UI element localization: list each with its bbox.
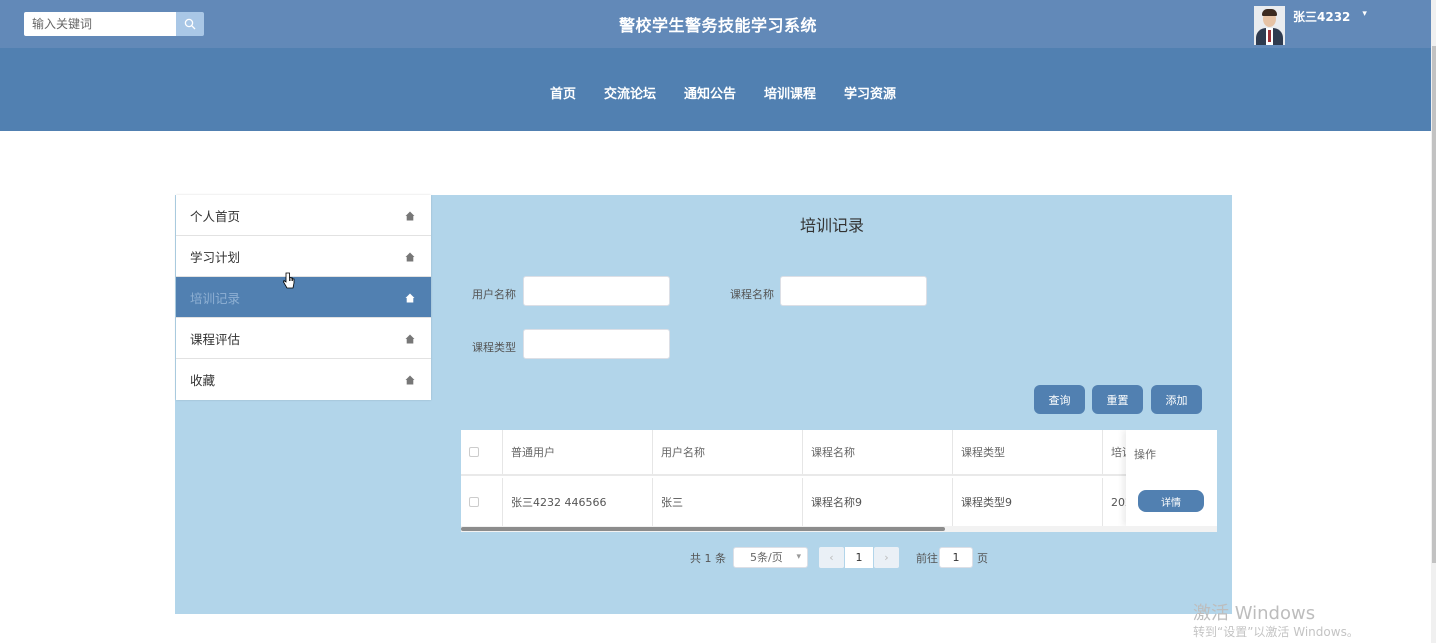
main-nav: 首页 交流论坛 通知公告 培训课程 学习资源 xyxy=(0,83,1436,102)
course-type-label: 课程类型 xyxy=(472,341,516,354)
sidebar-item-label: 学习计划 xyxy=(190,249,241,265)
page-size-select[interactable]: 5条/页 ▾ xyxy=(733,547,808,568)
sidebar-item-study-plan[interactable]: 学习计划 xyxy=(176,236,431,277)
home-icon xyxy=(405,211,415,221)
course-name-label: 课程名称 xyxy=(730,288,774,301)
cell-course-type: 课程类型9 xyxy=(953,478,1103,526)
header-cell: 操作 xyxy=(1134,448,1156,461)
row-select-cell xyxy=(461,478,503,526)
chevron-down-icon: ▾ xyxy=(796,552,801,562)
select-all-checkbox[interactable] xyxy=(469,447,479,457)
next-page-button[interactable]: › xyxy=(874,547,899,568)
course-type-field[interactable] xyxy=(523,329,670,359)
sidebar-item-course-evaluation[interactable]: 课程评估 xyxy=(176,318,431,359)
activation-watermark-title: 激活 Windows xyxy=(1193,603,1316,624)
home-icon xyxy=(405,252,415,262)
sidebar-item-label: 个人首页 xyxy=(190,208,241,224)
add-button[interactable]: 添加 xyxy=(1151,385,1202,414)
page-size-value: 5条/页 xyxy=(750,551,783,564)
nav-item-courses[interactable]: 培训课程 xyxy=(764,83,816,102)
chevron-down-icon[interactable]: ▾ xyxy=(1362,9,1367,19)
sidebar: 个人首页 学习计划 培训记录 课程评估 收藏 xyxy=(176,195,431,400)
sidebar-item-favorites[interactable]: 收藏 xyxy=(176,359,431,400)
sidebar-item-training-records[interactable]: 培训记录 xyxy=(176,277,431,318)
nav-item-resources[interactable]: 学习资源 xyxy=(844,83,896,102)
activation-watermark-hint: 转到“设置”以激活 Windows。 xyxy=(1193,625,1359,639)
home-icon xyxy=(405,293,415,303)
sidebar-item-label: 收藏 xyxy=(190,373,216,388)
query-button[interactable]: 查询 xyxy=(1034,385,1085,414)
user-name[interactable]: 张三4232 xyxy=(1293,8,1350,25)
header-cell: 课程类型 xyxy=(953,430,1103,474)
horizontal-scrollbar-thumb[interactable] xyxy=(461,527,945,531)
table-row: 张三4232 446566 张三 课程名称9 课程类型9 202 xyxy=(461,478,1217,526)
row-checkbox[interactable] xyxy=(469,497,479,507)
header-cell: 用户名称 xyxy=(653,430,803,474)
cell-user: 张三4232 446566 xyxy=(503,478,653,526)
nav-item-forum[interactable]: 交流论坛 xyxy=(604,83,656,102)
pager-total: 共 1 条 xyxy=(690,552,726,565)
cell-user-name: 张三 xyxy=(653,478,803,526)
select-all-cell xyxy=(461,430,503,474)
cell-course-name: 课程名称9 xyxy=(803,478,953,526)
goto-label: 前往 xyxy=(916,552,938,565)
page-suffix: 页 xyxy=(977,552,988,565)
avatar[interactable] xyxy=(1254,6,1285,45)
home-icon xyxy=(405,334,415,344)
page-scrollbar-thumb[interactable] xyxy=(1432,46,1436,563)
current-page[interactable]: 1 xyxy=(845,547,873,568)
nav-item-notice[interactable]: 通知公告 xyxy=(684,83,736,102)
header-cell: 课程名称 xyxy=(803,430,953,474)
user-name-field[interactable] xyxy=(523,276,670,306)
detail-button[interactable]: 详情 xyxy=(1138,490,1204,512)
header-cell: 普通用户 xyxy=(503,430,653,474)
prev-page-button[interactable]: ‹ xyxy=(819,547,844,568)
user-name-label: 用户名称 xyxy=(472,288,516,301)
nav-band: 首页 交流论坛 通知公告 培训课程 学习资源 xyxy=(0,48,1436,131)
sidebar-item-label: 课程评估 xyxy=(190,331,241,347)
nav-item-home[interactable]: 首页 xyxy=(550,83,576,102)
user-menu[interactable]: 张三4232 ▾ xyxy=(1254,6,1367,46)
sidebar-item-label: 培训记录 xyxy=(190,290,241,306)
records-table: 普通用户 用户名称 课程名称 课程类型 培训 张三4232 446566 张三 … xyxy=(461,430,1217,532)
hand-cursor-icon xyxy=(283,272,295,289)
reset-button[interactable]: 重置 xyxy=(1092,385,1143,414)
fixed-ops-column: 操作 详情 xyxy=(1126,430,1217,526)
top-bar: 警校学生警务技能学习系统 张三4232 ▾ xyxy=(0,0,1436,48)
page-title: 培训记录 xyxy=(799,216,864,235)
table-header: 普通用户 用户名称 课程名称 课程类型 培训 xyxy=(461,430,1217,476)
site-title: 警校学生警务技能学习系统 xyxy=(618,16,817,35)
sidebar-item-profile[interactable]: 个人首页 xyxy=(176,195,431,236)
home-icon xyxy=(405,375,415,385)
course-name-field[interactable] xyxy=(780,276,927,306)
goto-page-input[interactable]: 1 xyxy=(939,547,973,568)
